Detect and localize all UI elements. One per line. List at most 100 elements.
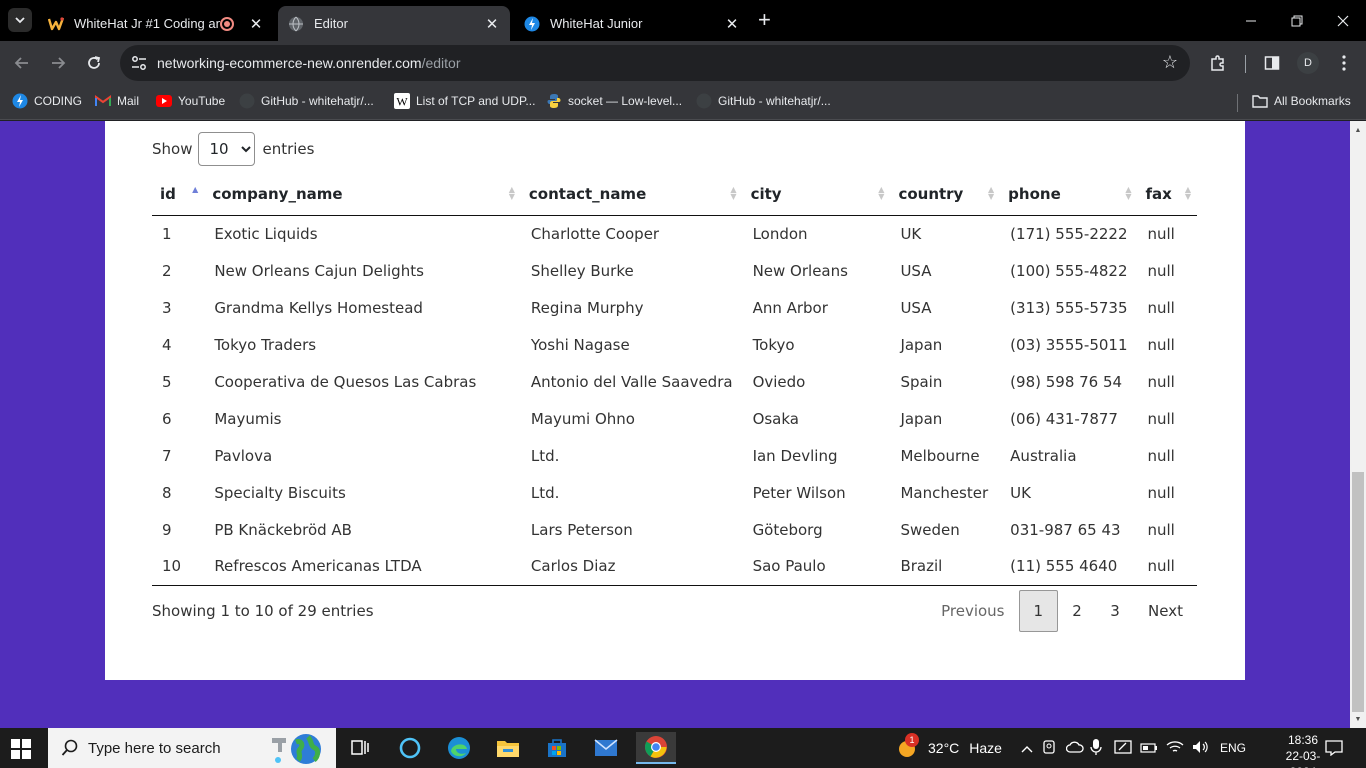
scroll-up-arrow-icon[interactable]: ▲: [1350, 123, 1366, 137]
mail-app[interactable]: [586, 732, 626, 764]
all-bookmarks-button[interactable]: All Bookmarks: [1252, 93, 1351, 109]
weather-widget[interactable]: 1 32°C Haze: [896, 728, 1002, 768]
column-header-phone[interactable]: phone ▲ ▼: [1000, 173, 1138, 216]
reload-button[interactable]: [82, 51, 106, 75]
close-window-button[interactable]: [1320, 0, 1366, 41]
cell-fax: null: [1147, 261, 1175, 280]
new-tab-button[interactable]: +: [758, 9, 771, 31]
bookmark-socket[interactable]: socket — Low-level...: [546, 93, 682, 109]
cell-contact-name: Ltd.: [530, 483, 560, 502]
cell-fax: null: [1147, 483, 1175, 502]
file-explorer-app[interactable]: [488, 732, 528, 764]
column-header-city[interactable]: city ▲ ▼: [742, 173, 891, 216]
column-header-company-name[interactable]: company_name ▲ ▼: [204, 173, 521, 216]
volume-icon[interactable]: [1192, 740, 1214, 757]
onedrive-icon[interactable]: [1065, 740, 1086, 757]
tab-editor[interactable]: Editor ✕: [278, 6, 510, 41]
table-row: 1 Exotic Liquids Charlotte Cooper London UK (…: [152, 215, 1197, 252]
cell-company-name: Mayumis: [214, 409, 282, 428]
minimize-button[interactable]: [1228, 0, 1274, 41]
bookmark-youtube[interactable]: YouTube: [156, 93, 225, 109]
page-button-1[interactable]: 1: [1018, 590, 1059, 632]
bookmark-label: List of TCP and UDP...: [416, 94, 536, 108]
task-view-button[interactable]: [340, 732, 380, 764]
close-tab-icon[interactable]: ✕: [724, 15, 740, 33]
table-row: 4 Tokyo Traders Yoshi Nagase Tokyo Japan (03)…: [152, 326, 1197, 363]
page-scrollbar[interactable]: ▲ ▼: [1350, 121, 1366, 728]
cell-city: Peter Wilson: [752, 483, 846, 502]
column-label: company_name: [212, 184, 343, 203]
bookmark-github-2[interactable]: GitHub - whitehatjr/...: [696, 93, 831, 109]
cell-company-name: Cooperativa de Quesos Las Cabras: [214, 372, 477, 391]
sort-ascending-icon: ▲: [192, 185, 199, 194]
bookmark-label: GitHub - whitehatjr/...: [261, 94, 374, 108]
cell-id: 8: [162, 483, 172, 502]
cell-id: 6: [162, 409, 172, 428]
tab-search-button[interactable]: [8, 8, 32, 32]
column-header-id[interactable]: id ▲: [152, 173, 205, 216]
recording-icon: [220, 16, 234, 31]
bookmark-mail[interactable]: Mail: [95, 93, 139, 109]
microsoft-store-app[interactable]: [537, 732, 577, 764]
side-panel-button[interactable]: [1261, 52, 1283, 74]
cell-country: USA: [900, 261, 932, 280]
close-tab-icon[interactable]: ✕: [484, 15, 500, 33]
browser-menu-button[interactable]: [1333, 52, 1355, 74]
pen-icon[interactable]: [1114, 739, 1136, 758]
next-page-button[interactable]: Next: [1134, 590, 1197, 632]
restore-button[interactable]: [1274, 0, 1320, 41]
cell-phone: 031-987 65 43: [1010, 520, 1121, 539]
site-info-icon[interactable]: [130, 54, 148, 72]
page-button-3[interactable]: 3: [1096, 590, 1134, 632]
bookmark-star-icon[interactable]: ☆: [1162, 52, 1178, 73]
cell-city: Göteborg: [752, 520, 823, 539]
battery-icon[interactable]: [1140, 741, 1162, 756]
column-header-country[interactable]: country ▲ ▼: [890, 173, 1001, 216]
address-bar[interactable]: networking-ecommerce-new.onrender.com/ed…: [120, 45, 1190, 81]
taskbar-search-box[interactable]: Type here to search: [48, 728, 336, 768]
column-header-contact-name[interactable]: contact_name ▲ ▼: [520, 173, 743, 216]
chrome-app[interactable]: [636, 732, 676, 764]
cell-id: 4: [162, 335, 172, 354]
wifi-icon[interactable]: [1166, 740, 1188, 757]
scrollbar-thumb[interactable]: [1352, 472, 1364, 712]
chevron-up-icon[interactable]: [1018, 741, 1036, 756]
entries-per-page-select[interactable]: 10: [198, 132, 256, 166]
tab-whitehat-coding[interactable]: WhiteHat Jr #1 Coding and ✕: [38, 6, 274, 41]
cell-id: 2: [162, 261, 172, 280]
microphone-icon[interactable]: [1090, 738, 1110, 759]
back-button[interactable]: [10, 51, 34, 75]
table-row: 6 Mayumis Mayumi Ohno Osaka Japan (06) 431-78…: [152, 400, 1197, 437]
bookmark-tcp-udp[interactable]: W List of TCP and UDP...: [394, 93, 535, 109]
extensions-button[interactable]: [1207, 52, 1229, 74]
sort-icon: ▲ ▼: [730, 185, 737, 201]
cell-fax: null: [1147, 446, 1175, 465]
bookmark-coding[interactable]: CODING: [12, 93, 82, 109]
close-icon: [1337, 15, 1349, 26]
windows-start-icon[interactable]: [10, 738, 32, 760]
input-language[interactable]: ENG: [1220, 741, 1246, 755]
gmail-icon: [95, 93, 111, 109]
profile-avatar[interactable]: D: [1297, 52, 1319, 74]
cell-country: Spain: [900, 372, 943, 391]
task-view-icon: [351, 740, 369, 755]
bookmark-github-1[interactable]: GitHub - whitehatjr/...: [239, 93, 374, 109]
scroll-down-arrow-icon[interactable]: ▼: [1350, 712, 1366, 726]
cortana-button[interactable]: [390, 732, 430, 764]
cell-contact-name: Charlotte Cooper: [530, 224, 660, 243]
cell-contact-name: Lars Peterson: [530, 520, 633, 539]
column-header-fax[interactable]: fax ▲ ▼: [1137, 173, 1197, 216]
meet-now-icon[interactable]: [1042, 739, 1060, 758]
whitehat-icon: [48, 16, 64, 32]
page-button-2[interactable]: 2: [1058, 590, 1096, 632]
taskbar-clock[interactable]: 18:36 22-03-2024: [1282, 732, 1324, 768]
notifications-button[interactable]: [1320, 732, 1348, 764]
forward-button[interactable]: [46, 51, 70, 75]
cell-company-name: Pavlova: [214, 446, 273, 465]
tab-whitehat-junior[interactable]: WhiteHat Junior ✕: [514, 6, 750, 41]
weather-sun-icon: 1: [896, 733, 920, 760]
previous-page-button[interactable]: Previous: [927, 590, 1018, 632]
edge-app[interactable]: [439, 732, 479, 764]
close-tab-icon[interactable]: ✕: [248, 15, 264, 33]
cell-contact-name: Antonio del Valle Saavedra: [530, 372, 733, 391]
